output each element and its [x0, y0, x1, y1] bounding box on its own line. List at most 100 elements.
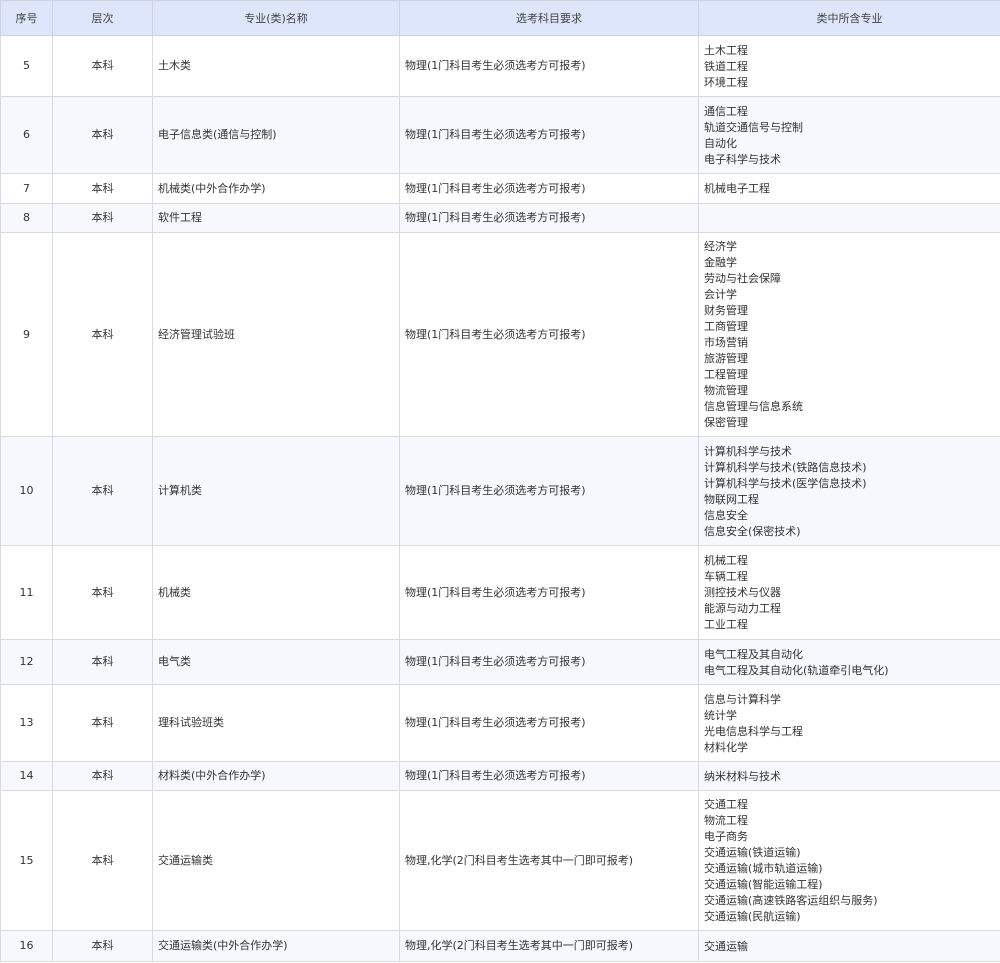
cell-major: 软件工程 — [152, 203, 400, 233]
included-major-item: 电子科学与技术 — [704, 152, 781, 166]
cell-requirement: 物理(1门科目考生必须选考方可报考) — [399, 35, 699, 97]
cell-requirement: 物理(1门科目考生必须选考方可报考) — [399, 436, 699, 546]
included-major-item: 车辆工程 — [704, 570, 748, 583]
cell-included-majors: 经济学 金融学 劳动与社会保障 会计学 财务管理 工商管理 市场营销 旅游管理 工程管理 物流管理… — [698, 232, 1000, 437]
included-majors-list: 土木工程铁道工程环境工程 — [704, 39, 995, 94]
cell-level: 本科 — [52, 173, 153, 204]
table-row: 9 本科 经济管理试验班 物理(1门科目考生必须选考方可报考) 经济学 金融学 劳动与社会保… — [0, 232, 1000, 437]
included-major-item: 土木工程 — [704, 43, 748, 57]
included-major-item: 电气工程及其自动化 — [704, 647, 803, 661]
cell-requirement: 物理(1门科目考生必须选考方可报考) — [399, 173, 699, 204]
cell-level: 本科 — [52, 203, 153, 233]
cell-major: 材料类(中外合作办学) — [152, 761, 400, 791]
included-majors-list: 信息与计算科学 统计学 光电信息科学与工程 材料化学 — [704, 688, 995, 759]
cell-included-majors: 交通运输 — [698, 930, 1000, 962]
table-header-row: 序号 层次 专业(类)名称 选考科目要求 类中所含专业 — [0, 0, 1000, 36]
cell-requirement: 物理(1门科目考生必须选考方可报考) — [399, 232, 699, 437]
cell-seq: 12 — [0, 639, 53, 685]
cell-requirement: 物理(1门科目考生必须选考方可报考) — [399, 684, 699, 762]
included-major-item: 计算机科学与技术(铁路信息技术) — [704, 460, 867, 474]
included-major-item: 材料化学 — [704, 740, 748, 754]
cell-major: 机械类(中外合作办学) — [152, 173, 400, 204]
cell-included-majors — [698, 203, 1000, 233]
included-major-item: 交通运输 — [704, 939, 748, 953]
included-major-item: 工程管理 — [704, 368, 748, 381]
cell-seq: 8 — [0, 203, 53, 233]
cell-requirement: 物理(1门科目考生必须选考方可报考) — [399, 761, 699, 791]
included-major-item: 光电信息科学与工程 — [704, 724, 803, 738]
included-major-item: 交通运输(智能运输工程) — [704, 878, 823, 891]
cell-major: 经济管理试验班 — [152, 232, 400, 437]
cell-major: 机械类 — [152, 545, 400, 640]
included-major-item: 交通运输(高速铁路客运组织与服务) — [704, 894, 878, 907]
included-majors-list: 交通运输 — [704, 935, 995, 958]
cell-included-majors: 纳米材料与技术 — [698, 761, 1000, 791]
included-major-item: 轨道交通信号与控制 — [704, 120, 803, 134]
cell-requirement: 物理(1门科目考生必须选考方可报考) — [399, 545, 699, 640]
cell-included-majors: 电气工程及其自动化电气工程及其自动化(轨道牵引电气化) — [698, 639, 1000, 685]
cell-seq: 10 — [0, 436, 53, 546]
cell-level: 本科 — [52, 545, 153, 640]
header-requirement: 选考科目要求 — [399, 0, 699, 36]
included-majors-list: 机械电子工程 — [704, 177, 995, 200]
table-row: 14 本科 材料类(中外合作办学) 物理(1门科目考生必须选考方可报考) 纳米材料与技术 — [0, 761, 1000, 791]
included-majors-list: 计算机科学与技术计算机科学与技术(铁路信息技术) 计算机科学与技术(医学信息技术)… — [704, 440, 995, 543]
cell-included-majors: 交通工程 物流工程 电子商务 交通运输(铁道运输) 交通运输(城市轨道运输) 交通运输(智… — [698, 790, 1000, 931]
included-major-item: 铁道工程 — [704, 59, 748, 73]
cell-seq: 5 — [0, 35, 53, 97]
included-major-item: 能源与动力工程 — [704, 602, 781, 615]
cell-included-majors: 计算机科学与技术计算机科学与技术(铁路信息技术) 计算机科学与技术(医学信息技术)… — [698, 436, 1000, 546]
included-major-item: 信息管理与信息系统 — [704, 400, 803, 413]
included-major-item: 环境工程 — [704, 75, 748, 89]
cell-level: 本科 — [52, 35, 153, 97]
included-major-item: 交通运输(民航运输) — [704, 910, 801, 923]
included-major-item: 物流工程 — [704, 814, 748, 827]
table-row: 15 本科 交通运输类 物理,化学(2门科目考生选考其中一门即可报考) 交通工程 物流工程… — [0, 790, 1000, 931]
included-major-item: 财务管理 — [704, 304, 748, 317]
included-major-item: 测控技术与仪器 — [704, 586, 781, 599]
included-major-item: 交通运输(城市轨道运输) — [704, 862, 823, 875]
cell-level: 本科 — [52, 96, 153, 174]
included-major-item: 自动化 — [704, 136, 737, 150]
cell-requirement: 物理(1门科目考生必须选考方可报考) — [399, 203, 699, 233]
cell-requirement: 物理,化学(2门科目考生选考其中一门即可报考) — [399, 930, 699, 962]
included-major-item: 计算机科学与技术(医学信息技术) — [704, 476, 867, 490]
included-major-item: 通信工程 — [704, 104, 748, 118]
included-majors-list: 通信工程轨道交通信号与控制 自动化电子科学与技术 — [704, 100, 995, 171]
cell-seq: 6 — [0, 96, 53, 174]
cell-seq: 9 — [0, 232, 53, 437]
cell-seq: 16 — [0, 930, 53, 962]
cell-requirement: 物理(1门科目考生必须选考方可报考) — [399, 639, 699, 685]
included-major-item: 交通工程 — [704, 798, 748, 811]
included-major-item: 电气工程及其自动化(轨道牵引电气化) — [704, 663, 889, 677]
cell-level: 本科 — [52, 761, 153, 791]
cell-level: 本科 — [52, 436, 153, 546]
cell-seq: 11 — [0, 545, 53, 640]
header-level: 层次 — [52, 0, 153, 36]
cell-level: 本科 — [52, 232, 153, 437]
included-major-item: 信息安全(保密技术) — [704, 524, 801, 538]
cell-major: 电子信息类(通信与控制) — [152, 96, 400, 174]
included-major-item: 旅游管理 — [704, 352, 748, 365]
table-row: 16 本科 交通运输类(中外合作办学) 物理,化学(2门科目考生选考其中一门即可报考)… — [0, 930, 1000, 962]
table-row: 11 本科 机械类 物理(1门科目考生必须选考方可报考) 机械工程 车辆工程 测控技术与仪器… — [0, 545, 1000, 640]
included-major-item: 信息与计算科学 — [704, 692, 781, 706]
included-major-item: 劳动与社会保障 — [704, 272, 781, 285]
cell-included-majors: 机械电子工程 — [698, 173, 1000, 204]
cell-level: 本科 — [52, 684, 153, 762]
cell-major: 计算机类 — [152, 436, 400, 546]
included-major-item: 计算机科学与技术 — [704, 444, 792, 458]
cell-included-majors: 机械工程 车辆工程 测控技术与仪器 能源与动力工程 工业工程 — [698, 545, 1000, 640]
cell-included-majors: 信息与计算科学 统计学 光电信息科学与工程 材料化学 — [698, 684, 1000, 762]
cell-major: 理科试验班类 — [152, 684, 400, 762]
included-major-item: 电子商务 — [704, 830, 748, 843]
table-row: 12 本科 电气类 物理(1门科目考生必须选考方可报考) 电气工程及其自动化 电气工程及其… — [0, 639, 1000, 685]
cell-included-majors: 通信工程轨道交通信号与控制 自动化电子科学与技术 — [698, 96, 1000, 174]
included-majors-list: 机械工程 车辆工程 测控技术与仪器 能源与动力工程 工业工程 — [704, 549, 995, 636]
cell-level: 本科 — [52, 790, 153, 931]
cell-major: 交通运输类(中外合作办学) — [152, 930, 400, 962]
table-row: 8 本科 软件工程 物理(1门科目考生必须选考方可报考) — [0, 203, 1000, 233]
included-major-item: 信息安全 — [704, 508, 748, 522]
cell-seq: 13 — [0, 684, 53, 762]
included-major-item: 市场营销 — [704, 336, 748, 349]
